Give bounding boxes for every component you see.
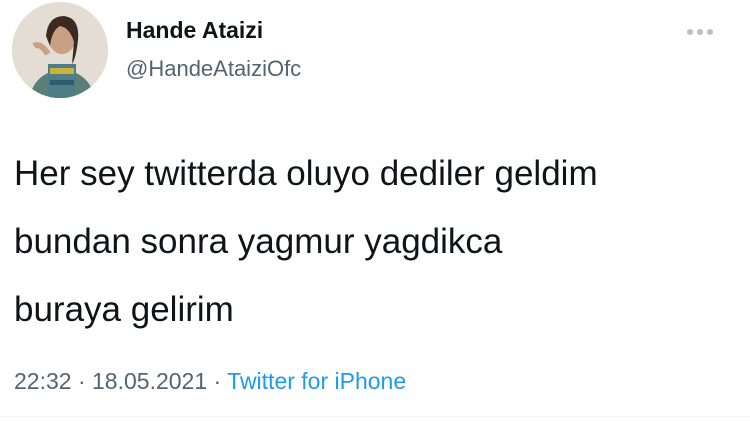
tweet-time[interactable]: 22:32 xyxy=(14,368,72,394)
tweet-date[interactable]: 18.05.2021 xyxy=(92,368,207,394)
avatar[interactable] xyxy=(12,2,108,98)
tweet-card: Hande Ataizi @HandeAtaiziOfc Her sey twi… xyxy=(0,0,750,421)
tweet-metadata: 22:32 · 18.05.2021 · Twitter for iPhone xyxy=(14,368,406,395)
divider xyxy=(0,416,750,417)
tweet-text: Her sey twitterda oluyo dediler geldim b… xyxy=(14,140,734,344)
tweet-text-line: bundan sonra yagmur yagdikca xyxy=(14,222,503,261)
author-display-name[interactable]: Hande Ataizi xyxy=(126,17,263,44)
meta-separator: · xyxy=(77,368,93,394)
more-horizontal-icon xyxy=(707,29,713,35)
avatar-image xyxy=(12,2,108,98)
more-horizontal-icon xyxy=(687,29,693,35)
more-options-button[interactable] xyxy=(680,22,720,42)
more-horizontal-icon xyxy=(697,29,703,35)
tweet-text-line: Her sey twitterda oluyo dediler geldim xyxy=(14,154,598,193)
tweet-source-link[interactable]: Twitter for iPhone xyxy=(227,368,406,394)
tweet-text-line: buraya gelirim xyxy=(14,290,234,329)
author-handle[interactable]: @HandeAtaiziOfc xyxy=(126,56,301,82)
meta-separator: · xyxy=(213,368,228,394)
